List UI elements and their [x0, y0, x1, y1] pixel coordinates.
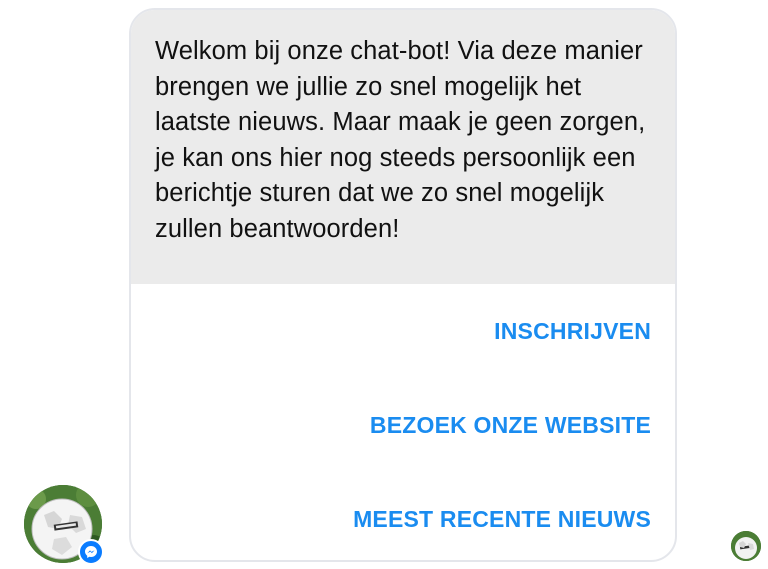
chat-screen: Welkom bij onze chat-bot! Via deze manie… [0, 0, 768, 569]
seen-indicator-avatar-icon [731, 531, 761, 561]
subscribe-button[interactable]: INSCHRIJVEN [131, 284, 675, 378]
sender-avatar-wrap[interactable] [24, 485, 104, 565]
quick-reply-list: INSCHRIJVEN BEZOEK ONZE WEBSITE MEEST RE… [131, 284, 675, 560]
bot-message-card: Welkom bij onze chat-bot! Via deze manie… [129, 8, 677, 562]
latest-news-button[interactable]: MEEST RECENTE NIEUWS [131, 472, 675, 560]
message-text: Welkom bij onze chat-bot! Via deze manie… [155, 37, 646, 243]
messenger-icon [78, 539, 104, 565]
message-bubble: Welkom bij onze chat-bot! Via deze manie… [131, 10, 675, 284]
visit-website-button[interactable]: BEZOEK ONZE WEBSITE [131, 378, 675, 472]
